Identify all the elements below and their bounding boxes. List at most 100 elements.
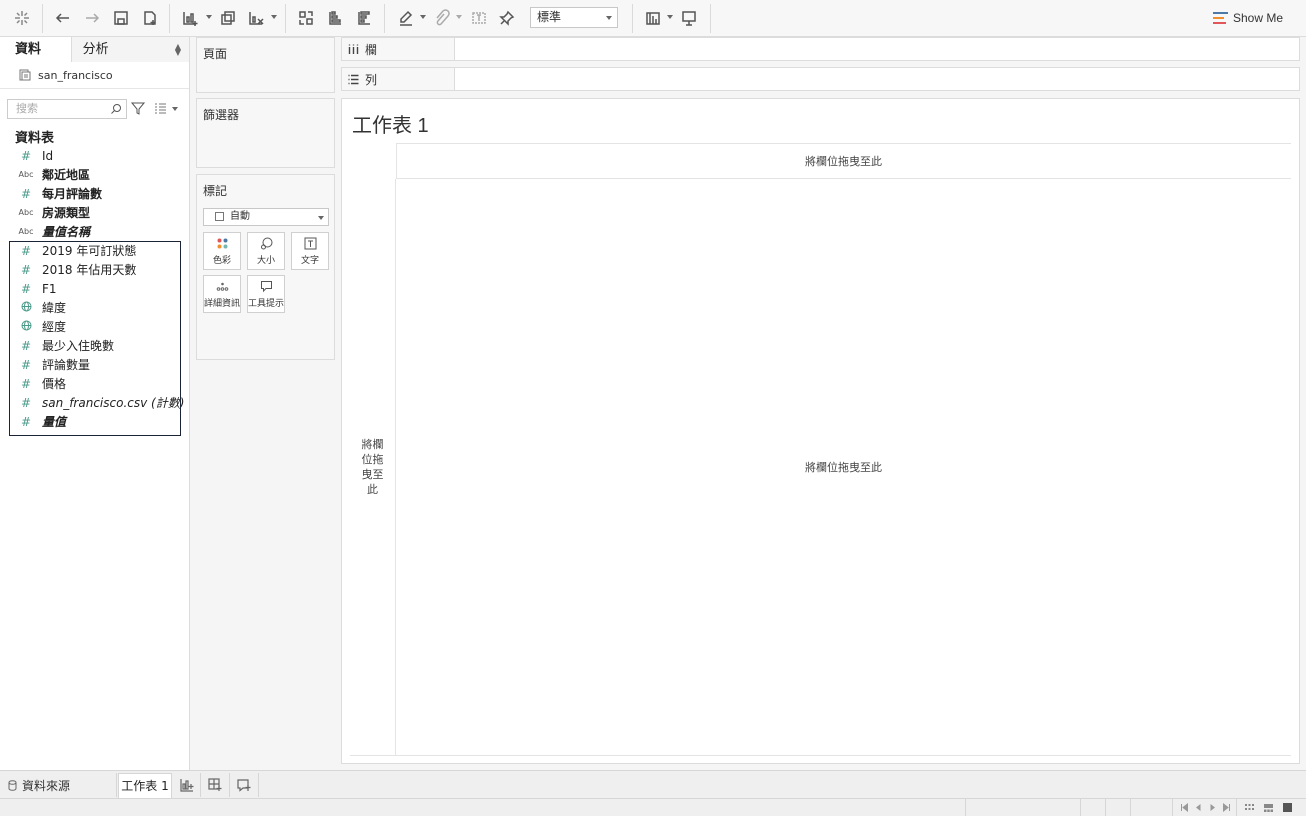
string-type-icon: Abc bbox=[18, 227, 34, 236]
last-sheet-icon[interactable] bbox=[1222, 803, 1231, 812]
updown-arrow-icon[interactable]: ▲ ▼ bbox=[175, 43, 181, 57]
first-sheet-icon[interactable] bbox=[1180, 803, 1189, 812]
presentation-mode-icon[interactable] bbox=[678, 7, 700, 29]
clear-sheet-icon[interactable] bbox=[245, 7, 267, 29]
search-placeholder: 搜索 bbox=[16, 102, 38, 115]
show-mark-labels-icon[interactable] bbox=[468, 7, 490, 29]
field-item[interactable]: # 每月評論數 bbox=[0, 184, 190, 203]
field-item[interactable]: # 量值 bbox=[0, 412, 190, 431]
field-item[interactable]: # san_francisco.csv (計數) bbox=[0, 393, 190, 412]
field-name: 鄰近地區 bbox=[42, 168, 91, 182]
columns-label-text: 欄 bbox=[365, 42, 378, 57]
show-hide-cards-icon[interactable] bbox=[642, 7, 664, 29]
sort-ascending-icon[interactable] bbox=[324, 7, 346, 29]
tab-analytics[interactable]: 分析 ▲ ▼ bbox=[70, 37, 189, 62]
chevron-down-icon bbox=[318, 216, 324, 220]
undo-icon[interactable] bbox=[52, 7, 74, 29]
field-item[interactable]: 緯度 bbox=[0, 298, 190, 317]
number-type-icon: # bbox=[20, 376, 32, 391]
duplicate-sheet-icon[interactable] bbox=[217, 7, 239, 29]
drop-columns-text: 將欄位拖曳至此 bbox=[805, 155, 882, 168]
show-me-label: Show Me bbox=[1233, 11, 1284, 25]
field-item[interactable]: #2018 年佔用天數 bbox=[0, 260, 190, 279]
field-item[interactable]: # Id bbox=[0, 146, 190, 165]
columns-icon bbox=[348, 44, 359, 54]
view-list-dropdown[interactable] bbox=[172, 107, 178, 111]
tooltip-icon bbox=[260, 279, 273, 293]
string-type-icon: Abc bbox=[18, 208, 34, 217]
field-name: 2019 年可訂狀態 bbox=[42, 244, 137, 258]
field-item[interactable]: # F1 bbox=[0, 279, 190, 298]
number-type-icon: # bbox=[20, 243, 32, 258]
group-members-icon[interactable] bbox=[430, 7, 452, 29]
globe-icon bbox=[18, 320, 34, 333]
fit-select[interactable]: 標準 bbox=[530, 7, 618, 28]
next-sheet-icon[interactable] bbox=[1208, 803, 1217, 812]
field-item[interactable]: # 評論數量 bbox=[0, 355, 190, 374]
field-name: 量值名稱 bbox=[42, 225, 91, 239]
worksheet-title[interactable]: 工作表 1 bbox=[352, 109, 429, 138]
number-type-icon: # bbox=[20, 148, 32, 163]
save-icon[interactable] bbox=[110, 7, 132, 29]
highlight-icon[interactable] bbox=[395, 7, 417, 29]
tab-worksheet-1[interactable]: 工作表 1 bbox=[118, 773, 172, 798]
datasource-item[interactable]: san_francisco bbox=[0, 62, 189, 89]
new-worksheet-dropdown[interactable] bbox=[206, 15, 212, 19]
field-item[interactable]: 經度 bbox=[0, 317, 190, 336]
number-type-icon: # bbox=[20, 186, 32, 201]
sort-descending-icon[interactable] bbox=[353, 7, 375, 29]
text-icon bbox=[304, 236, 317, 250]
show-me-button[interactable]: Show Me bbox=[1213, 9, 1283, 27]
drop-field-zone[interactable]: 將欄位拖曳至此 bbox=[396, 179, 1291, 755]
marks-card-title: 標記 bbox=[203, 184, 228, 198]
tableau-logo-icon[interactable] bbox=[11, 7, 33, 29]
text-button[interactable]: 文字 bbox=[291, 232, 329, 270]
highlight-dropdown[interactable] bbox=[420, 15, 426, 19]
search-input[interactable]: 搜索 bbox=[7, 99, 127, 119]
tab-data[interactable]: 資料 bbox=[0, 37, 71, 62]
field-item[interactable]: #2019 年可訂狀態 bbox=[0, 241, 190, 260]
new-worksheet-tab-icon[interactable] bbox=[178, 776, 196, 794]
detail-button-label: 詳細資訊 bbox=[204, 299, 241, 309]
size-button[interactable]: 大小 bbox=[247, 232, 285, 270]
redo-icon[interactable] bbox=[81, 7, 103, 29]
rows-shelf[interactable]: 列 bbox=[341, 67, 1300, 91]
field-item[interactable]: Abc 鄰近地區 bbox=[0, 165, 190, 184]
string-type-icon: Abc bbox=[18, 170, 34, 179]
clear-dropdown[interactable] bbox=[271, 15, 277, 19]
cards-dropdown[interactable] bbox=[667, 15, 673, 19]
new-dashboard-tab-icon[interactable] bbox=[206, 776, 224, 794]
new-worksheet-icon[interactable] bbox=[179, 7, 201, 29]
view-list-icon[interactable] bbox=[153, 101, 167, 115]
filters-card[interactable]: 篩選器 bbox=[196, 98, 335, 168]
field-item[interactable]: Abc 量值名稱 bbox=[0, 222, 190, 241]
swap-rows-columns-icon[interactable] bbox=[295, 7, 317, 29]
pin-axes-icon[interactable] bbox=[496, 7, 518, 29]
pages-card-title: 頁面 bbox=[203, 47, 228, 61]
field-name: F1 bbox=[42, 281, 57, 296]
new-story-tab-icon[interactable] bbox=[235, 776, 253, 794]
search-row: 搜索 bbox=[7, 99, 187, 119]
field-item[interactable]: Abc 房源類型 bbox=[0, 203, 190, 222]
tabs-view-icon[interactable] bbox=[1283, 803, 1292, 812]
field-item[interactable]: # 最少入住晚數 bbox=[0, 336, 190, 355]
field-item[interactable]: # 價格 bbox=[0, 374, 190, 393]
pages-card[interactable]: 頁面 bbox=[196, 37, 335, 93]
field-name: 最少入住晚數 bbox=[42, 339, 115, 353]
filmstrip-icon[interactable] bbox=[1264, 803, 1273, 812]
filter-icon[interactable] bbox=[131, 101, 145, 115]
new-datasource-icon[interactable] bbox=[139, 7, 161, 29]
field-name: san_francisco.csv (計數) bbox=[42, 396, 185, 410]
number-type-icon: # bbox=[20, 414, 32, 429]
drop-rows-zone[interactable]: 將欄位拖曳至此 bbox=[350, 179, 396, 755]
sheet-sorter-icon[interactable] bbox=[1245, 803, 1254, 812]
previous-sheet-icon[interactable] bbox=[1194, 803, 1203, 812]
group-dropdown[interactable] bbox=[456, 15, 462, 19]
tooltip-button[interactable]: 工具提示 bbox=[247, 275, 285, 313]
color-button[interactable]: 色彩 bbox=[203, 232, 241, 270]
tab-datasource[interactable]: 資料來源 bbox=[8, 777, 70, 794]
drop-columns-zone[interactable]: 將欄位拖曳至此 bbox=[396, 143, 1291, 179]
columns-shelf[interactable]: 欄 bbox=[341, 37, 1300, 61]
detail-button[interactable]: 詳細資訊 bbox=[203, 275, 241, 313]
mark-type-select[interactable]: 自動 bbox=[203, 208, 329, 226]
